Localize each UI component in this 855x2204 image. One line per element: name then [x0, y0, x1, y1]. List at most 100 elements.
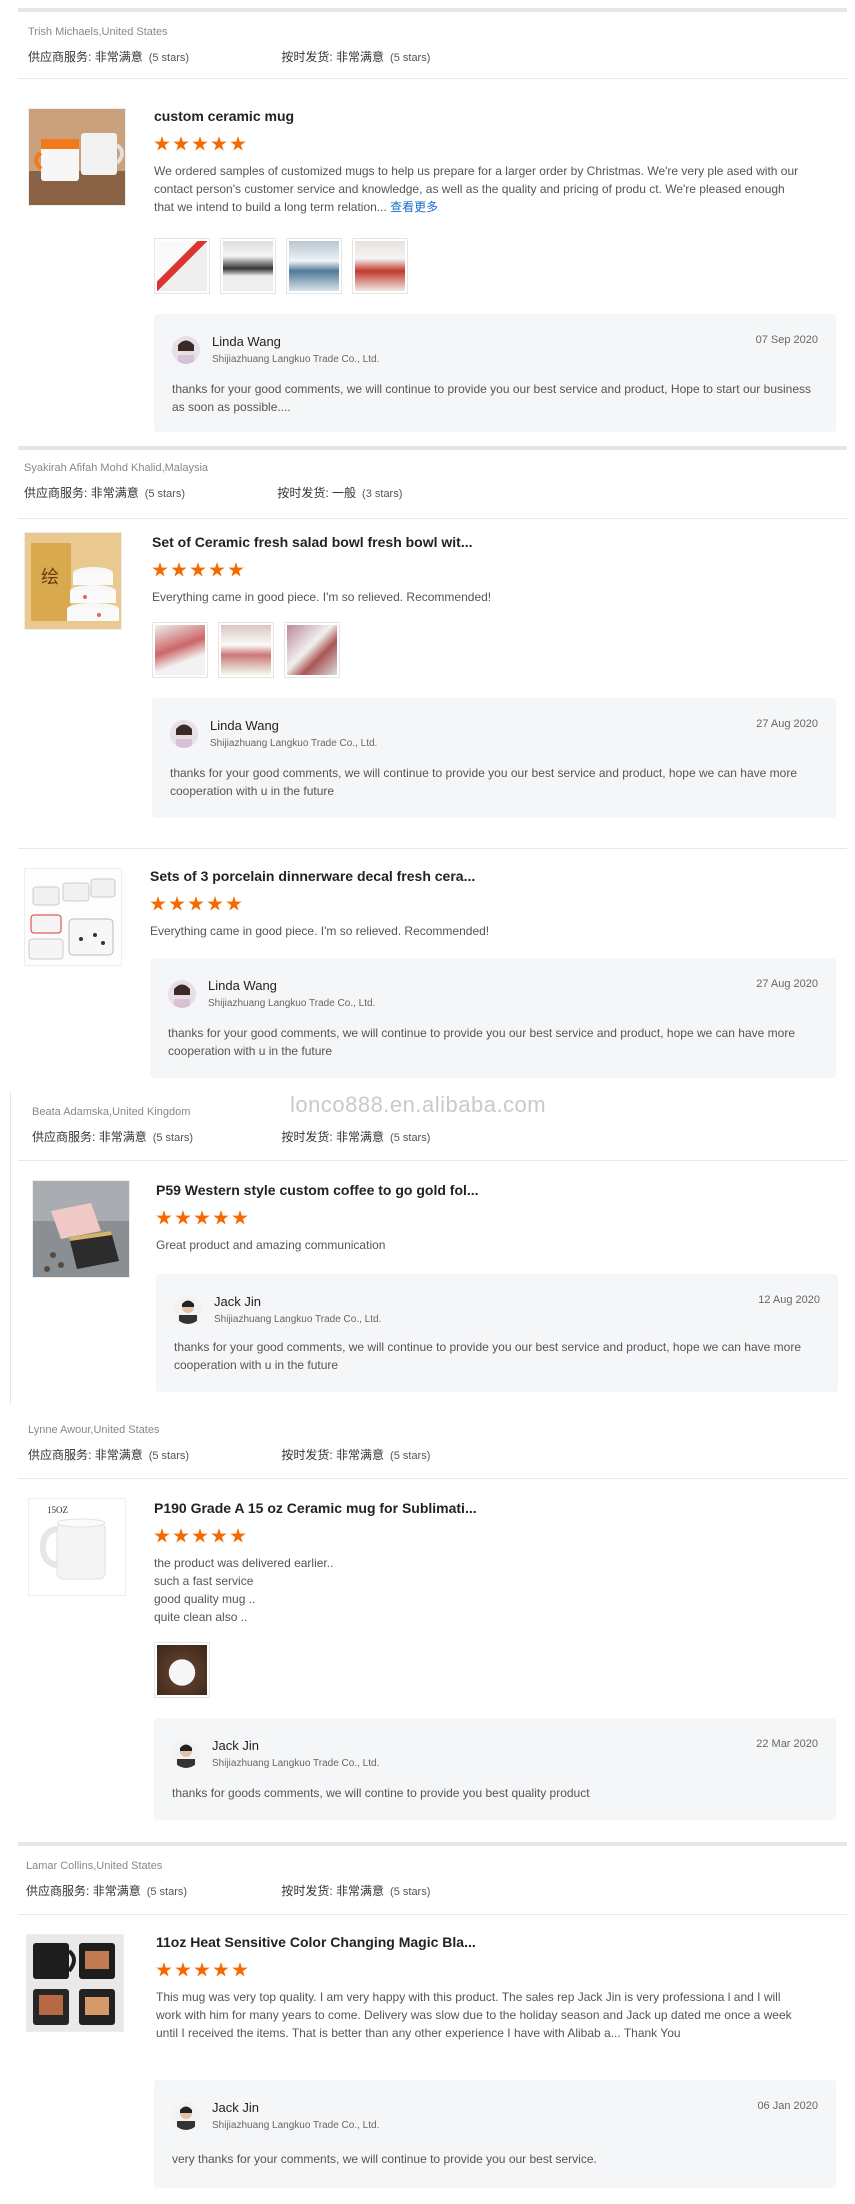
supplier-service-stars: (5 stars)	[152, 1132, 194, 1144]
review-photo[interactable]	[220, 238, 276, 294]
star-icon	[209, 562, 225, 577]
avatar	[168, 980, 196, 1008]
replier-name: Linda Wang	[208, 978, 277, 993]
star-icon	[228, 562, 244, 577]
star-icon	[207, 896, 223, 911]
on-time-value: 非常满意	[336, 50, 385, 64]
avatar	[174, 1296, 202, 1324]
star-icon	[194, 1210, 210, 1225]
avatar-icon	[170, 720, 198, 748]
product-thumbnail[interactable]	[24, 868, 122, 966]
reviewer-name: Trish Michaels,United States	[28, 26, 168, 38]
product-title[interactable]: P190 Grade A 15 oz Ceramic mug for Subli…	[154, 1500, 477, 1516]
ratings-row: 供应商服务: 非常满意 (5 stars) 按时发货: 非常满意 (5 stars)	[28, 1446, 454, 1463]
avatar	[170, 720, 198, 748]
review-card: Lynne Awour,United States 供应商服务: 非常满意 (5 …	[18, 1416, 847, 1836]
product-title[interactable]: custom ceramic mug	[154, 108, 294, 124]
star-icon	[226, 896, 242, 911]
supplier-service-stars: (5 stars)	[148, 52, 190, 64]
reply-date: 27 Aug 2020	[756, 978, 818, 990]
reply-date: 27 Aug 2020	[756, 718, 818, 730]
star-rating	[154, 136, 246, 152]
product-title[interactable]: Set of Ceramic fresh salad bowl fresh bo…	[152, 534, 473, 550]
review-photo[interactable]	[154, 238, 210, 294]
supplier-service-label: 供应商服务:	[28, 1448, 92, 1462]
product-title[interactable]: P59 Western style custom coffee to go go…	[156, 1182, 479, 1198]
review-photo[interactable]	[352, 238, 408, 294]
star-icon	[156, 1962, 172, 1977]
on-time-stars: (5 stars)	[390, 1132, 431, 1144]
on-time-value: 非常满意	[336, 1448, 385, 1462]
thumb-size-label: 15OZ	[47, 1505, 68, 1515]
replier-name: Jack Jin	[212, 1738, 259, 1753]
reply-text: thanks for goods comments, we will conti…	[172, 1786, 590, 1800]
bowl-set-image-icon: 绘	[25, 533, 121, 629]
card-top-border	[18, 446, 847, 450]
reply-text: thanks for your good comments, we will c…	[170, 766, 798, 798]
star-rating	[156, 1962, 248, 1978]
star-rating	[152, 562, 244, 578]
on-time-value: 非常满意	[336, 1884, 385, 1898]
replier-company: Shijiazhuang Langkuo Trade Co., Ltd.	[214, 1314, 382, 1325]
review-card: Lamar Collins,United States 供应商服务: 非常满意 (…	[18, 1842, 847, 2204]
on-time-stars: (5 stars)	[390, 52, 431, 64]
product-thumbnail[interactable]	[26, 1934, 124, 2032]
star-icon	[156, 1210, 172, 1225]
star-icon	[188, 896, 204, 911]
reviewer-name: Beata Adamska,United Kingdom	[32, 1106, 191, 1118]
review-text: Everything came in good piece. I'm so re…	[152, 590, 492, 604]
review-photos	[154, 238, 408, 294]
on-time-label: 按时发货:	[281, 1448, 333, 1462]
see-more-link[interactable]: 查看更多	[390, 200, 438, 214]
product-title[interactable]: Sets of 3 porcelain dinnerware decal fre…	[150, 868, 475, 884]
star-icon	[173, 136, 189, 151]
avatar-icon	[168, 980, 196, 1008]
replier-company: Shijiazhuang Langkuo Trade Co., Ltd.	[212, 354, 380, 365]
supplier-service-label: 供应商服务:	[24, 486, 88, 500]
product-thumbnail[interactable]	[28, 108, 126, 206]
photo-image-icon	[221, 625, 271, 675]
photo-image-icon	[157, 241, 207, 291]
star-icon	[192, 136, 208, 151]
review-photo[interactable]	[152, 622, 208, 678]
star-icon	[152, 562, 168, 577]
left-border	[10, 1092, 11, 1404]
coffee-cup-image-icon	[33, 1181, 129, 1277]
supplier-service-value: 非常满意	[90, 486, 139, 500]
on-time-label: 按时发货:	[281, 1884, 333, 1898]
supplier-service-value: 非常满意	[94, 50, 143, 64]
star-icon	[171, 562, 187, 577]
review-photo[interactable]	[154, 1642, 210, 1698]
review-photo[interactable]	[284, 622, 340, 678]
review-text: the product was delivered earlier.. such…	[154, 1556, 334, 1624]
review-text: We ordered samples of customized mugs to…	[154, 164, 799, 214]
star-icon	[190, 562, 206, 577]
product-title[interactable]: 11oz Heat Sensitive Color Changing Magic…	[156, 1934, 476, 1950]
star-icon	[169, 896, 185, 911]
review-photos	[154, 1642, 210, 1698]
star-icon	[230, 136, 246, 151]
reviewer-name: Syakirah Afifah Mohd Khalid,Malaysia	[24, 462, 209, 474]
reply-date: 22 Mar 2020	[756, 1738, 818, 1750]
card-top-border	[18, 8, 847, 12]
supplier-service-value: 非常满意	[92, 1884, 141, 1898]
photo-image-icon	[155, 625, 205, 675]
review-photo[interactable]	[286, 238, 342, 294]
product-thumbnail[interactable]: 15OZ	[28, 1498, 126, 1596]
ratings-row: 供应商服务: 非常满意 (5 stars) 按时发货: 非常满意 (5 stars)	[26, 1882, 454, 1899]
reply-text: thanks for your good comments, we will c…	[174, 1340, 802, 1372]
photo-image-icon	[355, 241, 405, 291]
review-card: Beata Adamska,United Kingdom 供应商服务: 非常满意…	[18, 1098, 847, 1404]
review-photo[interactable]	[218, 622, 274, 678]
review-item: Sets of 3 porcelain dinnerware decal fre…	[18, 848, 847, 1086]
star-icon	[175, 1962, 191, 1977]
replier-name: Jack Jin	[212, 2100, 259, 2115]
review-text: Great product and amazing communication	[156, 1238, 386, 1252]
product-thumbnail[interactable]	[32, 1180, 130, 1278]
supplier-service-stars: (5 stars)	[144, 488, 186, 500]
product-thumbnail[interactable]: 绘	[24, 532, 122, 630]
review-item: 11oz Heat Sensitive Color Changing Magic…	[18, 1914, 847, 2204]
on-time-value: 非常满意	[336, 1130, 385, 1144]
review-card: Trish Michaels,United States 供应商服务: 非常满意…	[18, 8, 847, 456]
replier-company: Shijiazhuang Langkuo Trade Co., Ltd.	[208, 998, 376, 1009]
